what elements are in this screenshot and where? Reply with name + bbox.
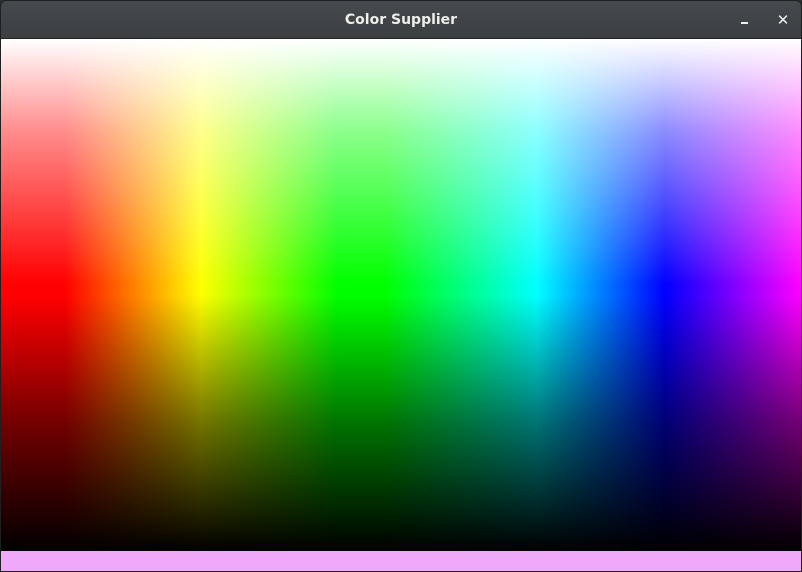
title-bar[interactable]: Color Supplier ✕ [1, 1, 801, 39]
color-spectrum-picker[interactable] [1, 39, 801, 551]
window-title: Color Supplier [344, 12, 458, 28]
app-window: Color Supplier ✕ [0, 0, 802, 572]
minimize-icon [741, 22, 748, 24]
selected-color-swatch [1, 551, 801, 571]
minimize-button[interactable] [733, 8, 757, 32]
close-button[interactable]: ✕ [771, 8, 795, 32]
close-icon: ✕ [776, 11, 790, 29]
